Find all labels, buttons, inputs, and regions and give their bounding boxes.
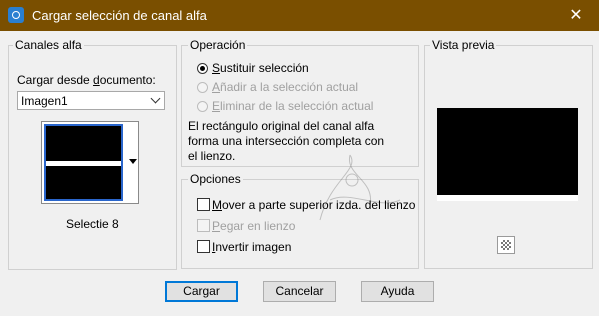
channel-name: Selectie 8 [66, 217, 119, 231]
checkbox-paste-canvas[interactable] [197, 219, 210, 232]
close-button[interactable]: ✕ [553, 0, 599, 31]
close-icon: ✕ [569, 7, 583, 24]
radio-replace-selection[interactable] [197, 63, 208, 74]
decorative-watermark [319, 154, 401, 221]
checkerboard-icon [501, 240, 511, 250]
channel-thumbnail[interactable] [44, 124, 123, 201]
title-bar: Cargar selección de canal alfa ✕ [0, 0, 599, 31]
checkbox-move-top-left-label[interactable]: Mover a parte superior izda. del lienzo [212, 198, 415, 212]
operacion-legend: Operación [188, 38, 248, 52]
canales-alfa-legend: Canales alfa [13, 38, 84, 52]
description-line: forma una intersección completa con [188, 134, 385, 148]
checkbox-move-top-left[interactable] [197, 198, 210, 211]
document-select[interactable]: Imagen1 [17, 91, 165, 110]
channel-thumbnail-line [46, 161, 121, 166]
checkbox-invert-image-label[interactable]: Invertir imagen [212, 240, 291, 254]
document-select-value: Imagen1 [21, 94, 68, 108]
help-button[interactable]: Ayuda [361, 281, 434, 302]
preview-image [437, 108, 578, 195]
channel-thumbnail-picker[interactable] [41, 121, 139, 204]
checkerboard-button[interactable] [497, 236, 515, 254]
checkbox-invert-image[interactable] [197, 240, 210, 253]
opciones-legend: Opciones [188, 172, 243, 186]
radio-add-to-selection-label[interactable]: Añadir a la selección actual [212, 80, 358, 94]
triangle-down-icon[interactable] [129, 159, 137, 164]
radio-remove-from-selection[interactable] [197, 101, 208, 112]
load-button[interactable]: Cargar [165, 281, 238, 302]
radio-remove-from-selection-label[interactable]: Eliminar de la selección actual [212, 99, 373, 113]
preview-image-line [437, 195, 578, 201]
load-from-document-label: Cargar desde documento: [17, 73, 156, 87]
selection-icon [8, 7, 24, 23]
description-line: El rectángulo original del canal alfa [188, 119, 375, 133]
radio-add-to-selection[interactable] [197, 82, 208, 93]
radio-replace-selection-label[interactable]: Sustituir selección [212, 61, 309, 75]
checkbox-paste-canvas-label[interactable]: Pegar en lienzo [212, 219, 295, 233]
cancel-button[interactable]: Cancelar [263, 281, 336, 302]
chevron-down-icon [150, 93, 161, 104]
window-title: Cargar selección de canal alfa [32, 8, 207, 23]
preview-legend: Vista previa [430, 38, 497, 52]
